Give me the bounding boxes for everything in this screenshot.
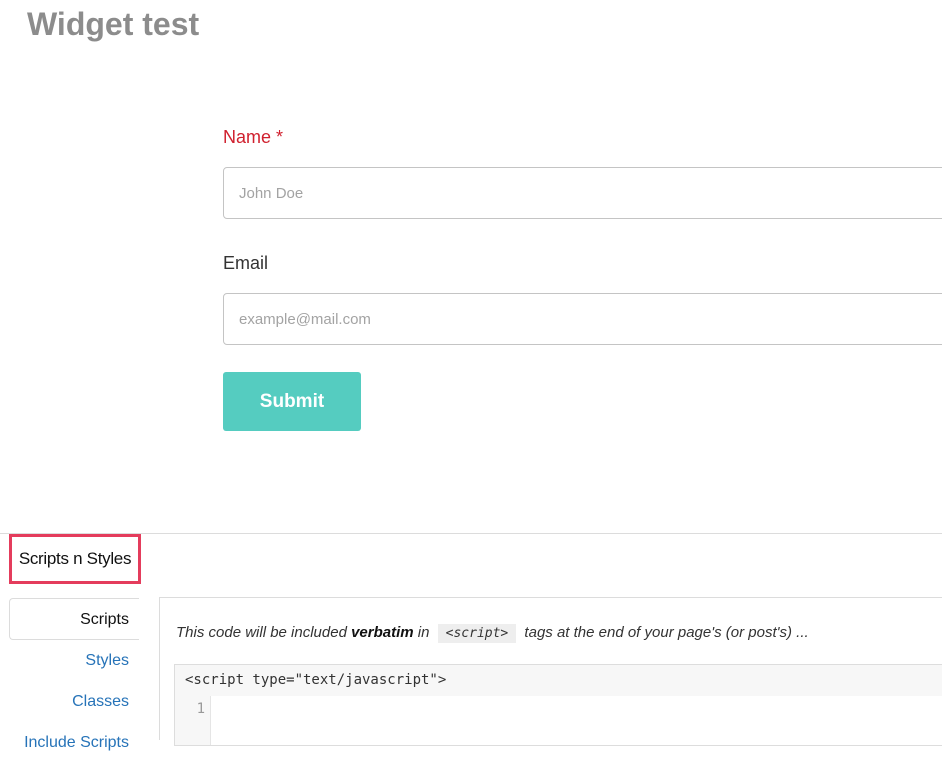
email-label: Email bbox=[223, 253, 269, 273]
line-number-gutter: 1 bbox=[175, 696, 211, 745]
scripts-tab-panel: This code will be included verbatim in <… bbox=[159, 597, 942, 746]
page-title: Widget test bbox=[27, 6, 200, 42]
name-label: Name * bbox=[223, 127, 284, 147]
scripts-description: This code will be included verbatim in <… bbox=[176, 624, 809, 643]
submit-button[interactable]: Submit bbox=[223, 372, 361, 431]
scripts-n-styles-title: Scripts n Styles bbox=[9, 534, 141, 584]
desc-prefix: This code will be included bbox=[176, 624, 352, 641]
section-divider bbox=[0, 533, 942, 534]
tab-classes[interactable]: Classes bbox=[9, 681, 139, 723]
email-input[interactable] bbox=[223, 293, 942, 345]
code-editor[interactable]: 1 bbox=[174, 696, 942, 746]
name-input[interactable] bbox=[223, 167, 942, 219]
tab-styles[interactable]: Styles bbox=[9, 640, 139, 682]
code-editor-header: <script type="text/javascript"> bbox=[174, 664, 942, 697]
desc-emphasis: verbatim bbox=[351, 624, 414, 641]
desc-middle: in bbox=[413, 624, 434, 641]
tab-scripts[interactable]: Scripts bbox=[9, 598, 139, 640]
desc-suffix: tags at the end of your page's (or post'… bbox=[520, 624, 809, 641]
tab-include-scripts[interactable]: Include Scripts bbox=[9, 722, 139, 764]
script-tag-chip: <script> bbox=[437, 624, 517, 643]
